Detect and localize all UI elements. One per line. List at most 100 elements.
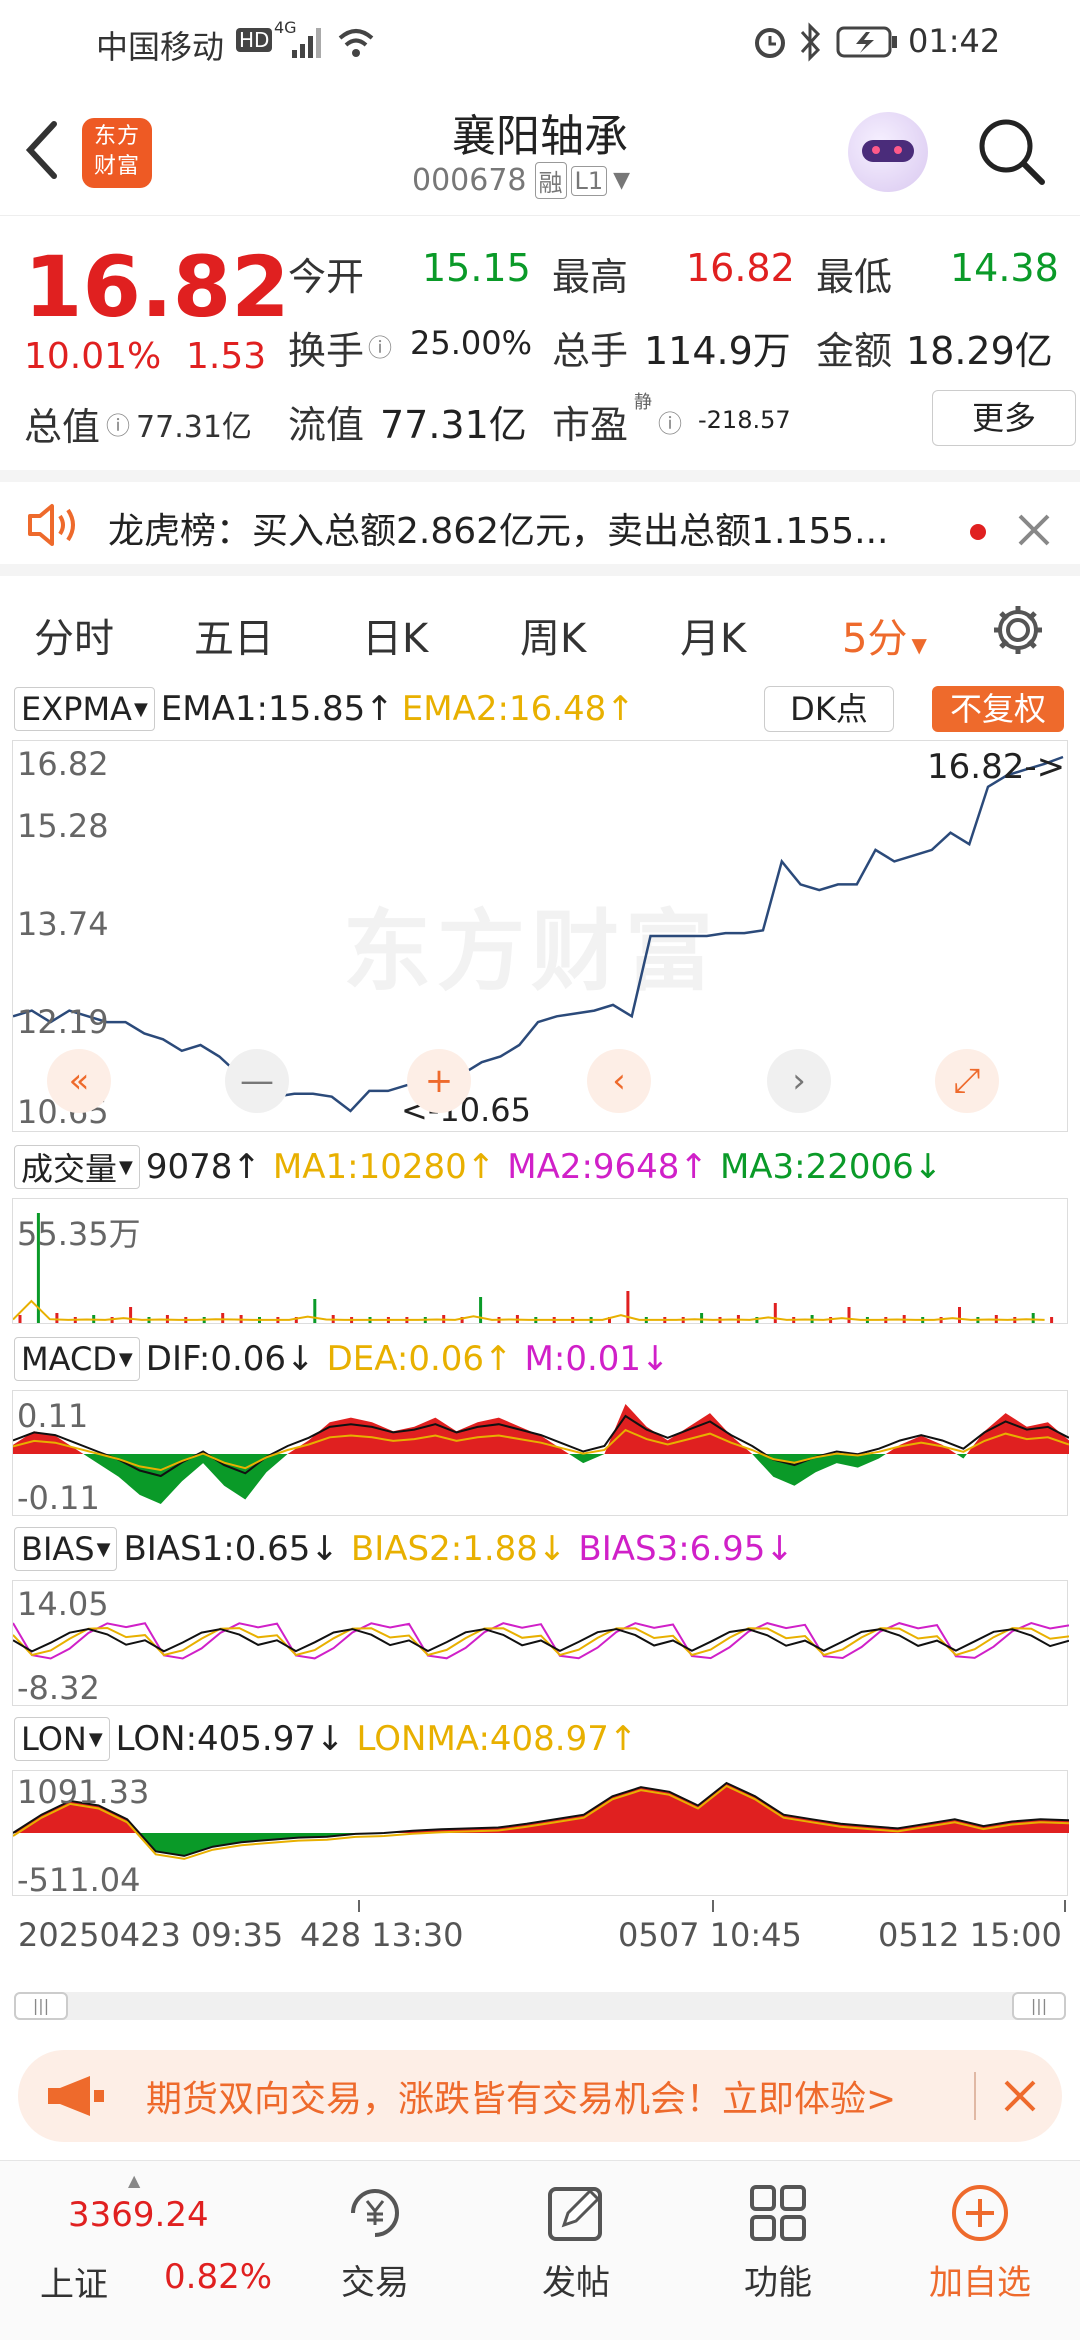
index-change: 0.82% bbox=[164, 2257, 273, 2297]
promo-banner[interactable]: 期货双向交易，涨跌皆有交易机会！立即体验> bbox=[18, 2050, 1062, 2142]
tab-weekly-k[interactable]: 周K bbox=[520, 606, 586, 664]
volume-bar bbox=[1031, 1313, 1035, 1323]
nav-trade[interactable]: 交易 bbox=[305, 2181, 445, 2304]
arrow-down-icon: ↓ bbox=[310, 1529, 339, 1569]
tab-five-minute-label: 5分 bbox=[842, 616, 908, 662]
info-icon[interactable]: ⓘ bbox=[368, 328, 392, 363]
bias3-value: BIAS3:6.95 bbox=[578, 1529, 766, 1569]
y-label-2: 15.28 bbox=[17, 807, 109, 845]
high-value: 16.82 bbox=[686, 246, 795, 290]
caret-up-icon: ▲ bbox=[128, 2171, 141, 2190]
price-chart-panel[interactable]: 东方财富 16.82 15.28 13.74 12.19 10.65 16.82… bbox=[12, 740, 1068, 1132]
hd-badge: HD bbox=[236, 28, 273, 52]
info-icon[interactable]: ⓘ bbox=[658, 404, 682, 439]
y-label-4: 12.19 bbox=[17, 1003, 109, 1041]
bias-chart bbox=[13, 1622, 1069, 1660]
robot-eye-right bbox=[894, 146, 902, 154]
change-amount: 1.53 bbox=[186, 336, 267, 377]
grid-icon bbox=[750, 2185, 806, 2241]
change-percent: 10.01% bbox=[24, 336, 162, 377]
volume-label: 总手 bbox=[552, 329, 629, 373]
amount-value: 18.29亿 bbox=[906, 329, 1053, 373]
macd-chart-panel[interactable]: 0.11 -0.11 bbox=[12, 1390, 1069, 1517]
tab-five-minute[interactable]: 5分 ▼ bbox=[842, 606, 927, 664]
dif-value: DIF:0.06 bbox=[145, 1339, 287, 1379]
wifi-icon bbox=[338, 29, 374, 57]
high-label: 最高 bbox=[552, 255, 629, 299]
nav-post[interactable]: 发帖 bbox=[506, 2181, 646, 2304]
time-label-end: 0512 15:00 bbox=[878, 1916, 1062, 1954]
ema1-value: EMA1:15.85 bbox=[160, 689, 366, 729]
range-scrollbar[interactable]: ||| ||| bbox=[14, 1992, 1066, 2020]
scroll-left-button[interactable]: ‹ bbox=[587, 1049, 651, 1113]
nav-add-watchlist-label: 加自选 bbox=[929, 2263, 1031, 2303]
period-tabs: 分时 五日 日K 周K 月K 5分 ▼ bbox=[0, 580, 1080, 680]
volume-value: 114.9万 bbox=[644, 329, 791, 373]
info-icon[interactable]: ⓘ bbox=[106, 406, 130, 441]
scroll-left-fast-button[interactable]: « bbox=[47, 1049, 111, 1113]
y-label-max: 16.82 bbox=[17, 745, 109, 783]
index-value[interactable]: 3369.24 bbox=[68, 2195, 209, 2235]
speaker-icon bbox=[28, 504, 75, 546]
low-label: 最低 bbox=[816, 255, 893, 299]
adjust-toggle-button[interactable]: 不复权 bbox=[932, 686, 1064, 732]
time-label-start: 20250423 09:35 bbox=[18, 1916, 284, 1954]
more-button[interactable]: 更多 bbox=[932, 390, 1076, 446]
macd-chart bbox=[13, 1404, 1069, 1504]
app-header: 东方财富 襄阳轴承 000678 融 L1 ▼ bbox=[0, 86, 1080, 216]
arrow-up-icon: ↑ bbox=[606, 689, 635, 729]
macd-y-max: 0.11 bbox=[17, 1397, 89, 1435]
ma2-value: MA2:9648 bbox=[507, 1147, 680, 1187]
volume-y-max: 55.35万 bbox=[17, 1215, 141, 1253]
signal-icon bbox=[292, 28, 321, 58]
arrow-down-icon: ↓ bbox=[286, 1339, 315, 1379]
status-bar: 中国移动 HD 4G 01:42 bbox=[0, 0, 1080, 86]
tab-five-day[interactable]: 五日 bbox=[194, 606, 274, 664]
nav-add-watchlist[interactable]: 加自选 bbox=[910, 2181, 1050, 2304]
stock-code: 000678 bbox=[412, 163, 527, 198]
range-handle-left[interactable]: ||| bbox=[14, 1992, 68, 2020]
amount-label: 金额 bbox=[816, 329, 893, 373]
bias-indicator-name: BIAS bbox=[21, 1530, 95, 1568]
zoom-in-button[interactable]: + bbox=[407, 1049, 471, 1113]
assistant-avatar[interactable] bbox=[848, 112, 928, 192]
index-name: 上证 bbox=[40, 2265, 108, 2305]
notice-bar[interactable]: 龙虎榜：买入总额2.862亿元，卖出总额1.155... bbox=[0, 470, 1080, 576]
lonma-value: LONMA:408.97 bbox=[356, 1719, 609, 1759]
lon-indicator-select[interactable]: LON ▼ bbox=[14, 1717, 110, 1761]
float-value: 77.31亿 bbox=[380, 403, 527, 447]
scroll-right-button[interactable]: › bbox=[767, 1049, 831, 1113]
range-handle-right[interactable]: ||| bbox=[1012, 1992, 1066, 2020]
stock-code-row[interactable]: 000678 融 L1 ▼ bbox=[412, 162, 630, 199]
lon-chart-panel[interactable]: 1091.33 -511.04 bbox=[12, 1770, 1069, 1899]
megaphone-icon bbox=[48, 2076, 104, 2116]
dea-value: DEA:0.06 bbox=[326, 1339, 485, 1379]
gear-icon[interactable] bbox=[990, 602, 1046, 658]
tab-monthly-k[interactable]: 月K bbox=[680, 606, 746, 664]
close-icon[interactable] bbox=[1002, 2078, 1038, 2114]
total-value-label: 总值 bbox=[24, 405, 101, 449]
indicator-select[interactable]: EXPMA ▼ bbox=[14, 687, 155, 731]
volume-indicator-select[interactable]: 成交量 ▼ bbox=[14, 1145, 140, 1189]
tab-daily-k[interactable]: 日K bbox=[362, 606, 428, 664]
nav-functions[interactable]: 功能 bbox=[708, 2181, 848, 2304]
bias1-line bbox=[13, 1627, 1069, 1653]
bias-chart-panel[interactable]: 14.05 -8.32 bbox=[12, 1580, 1069, 1707]
tab-minute[interactable]: 分时 bbox=[34, 606, 114, 664]
caret-down-icon: ▼ bbox=[133, 698, 148, 720]
current-price: 16.82 bbox=[24, 238, 290, 336]
dk-button[interactable]: DK点 bbox=[764, 686, 894, 732]
search-icon[interactable] bbox=[976, 116, 1048, 188]
time-label-2: 428 13:30 bbox=[300, 1916, 464, 1954]
close-icon[interactable] bbox=[1016, 512, 1052, 548]
nav-functions-label: 功能 bbox=[744, 2263, 812, 2303]
trade-icon bbox=[351, 2189, 399, 2237]
macd-indicator-select[interactable]: MACD ▼ bbox=[14, 1337, 140, 1381]
bias-indicator-select[interactable]: BIAS ▼ bbox=[14, 1527, 118, 1571]
fullscreen-icon[interactable]: ⤢ bbox=[935, 1049, 999, 1113]
zoom-out-button[interactable]: — bbox=[225, 1049, 289, 1113]
volume-bar bbox=[313, 1299, 317, 1323]
volume-chart-panel[interactable]: 55.35万 bbox=[12, 1198, 1068, 1324]
dk-button-label: DK点 bbox=[790, 690, 868, 728]
carrier-label: 中国移动 bbox=[96, 28, 225, 66]
